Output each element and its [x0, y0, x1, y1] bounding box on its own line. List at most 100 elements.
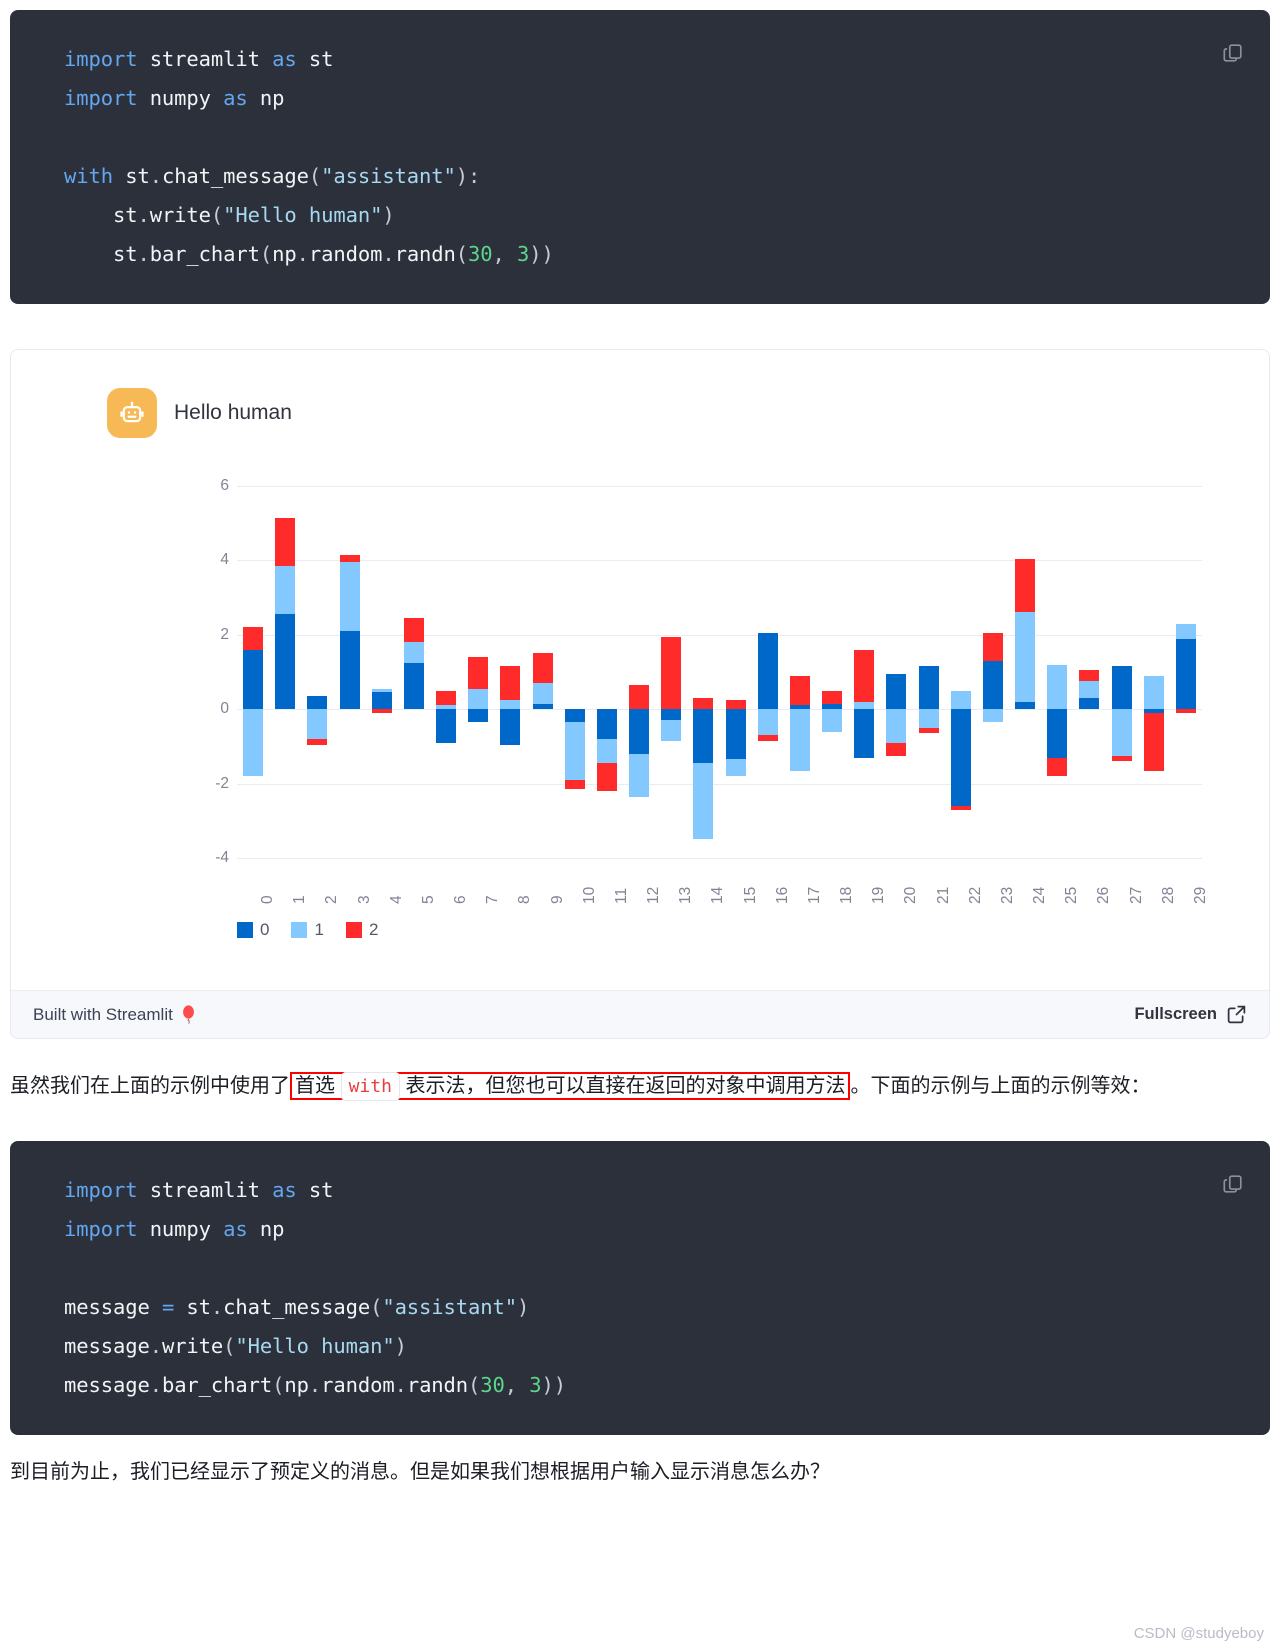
x-axis-tick: 11	[612, 887, 630, 904]
bar-segment	[1079, 681, 1100, 699]
bar-column[interactable]	[371, 486, 392, 858]
bar-segment	[596, 709, 617, 739]
bar-column[interactable]	[339, 486, 360, 858]
x-axis-tick: 4	[387, 895, 405, 904]
bar-column[interactable]	[1015, 486, 1036, 858]
bar-segment	[1111, 755, 1132, 762]
bar-segment	[500, 709, 521, 745]
bar-column[interactable]	[275, 486, 296, 858]
bar-column[interactable]	[436, 486, 457, 858]
bar-segment	[1111, 666, 1132, 710]
bar-segment	[1111, 709, 1132, 756]
bar-column[interactable]	[1143, 486, 1164, 858]
legend-item[interactable]: 2	[345, 920, 379, 940]
bar-segment	[693, 763, 714, 840]
bar-column[interactable]	[1111, 486, 1132, 858]
bar-column[interactable]	[918, 486, 939, 858]
fullscreen-button[interactable]: Fullscreen	[1134, 1004, 1247, 1025]
bar-segment	[532, 703, 553, 710]
bar-segment	[629, 685, 650, 710]
bar-segment	[371, 688, 392, 693]
x-axis-tick: 13	[677, 886, 695, 904]
bar-column[interactable]	[950, 486, 971, 858]
code-line: import numpy as np	[64, 1217, 285, 1241]
gridline	[237, 858, 1202, 859]
bar-segment	[436, 705, 457, 710]
x-axis-tick: 26	[1095, 886, 1113, 904]
x-axis-tick: 8	[516, 895, 534, 904]
bar-segment	[532, 653, 553, 684]
code-line: import streamlit as st	[64, 1178, 334, 1202]
annotation-part1: 首选	[295, 1075, 335, 1097]
bar-column[interactable]	[661, 486, 682, 858]
bar-segment	[661, 709, 682, 721]
bar-column[interactable]	[532, 486, 553, 858]
x-axis-tick: 25	[1063, 886, 1081, 904]
bar-segment	[307, 709, 328, 739]
bar-column[interactable]	[468, 486, 489, 858]
bar-column[interactable]	[886, 486, 907, 858]
legend-label: 1	[314, 920, 324, 939]
bar-segment	[403, 642, 424, 663]
bar-column[interactable]	[1079, 486, 1100, 858]
bar-column[interactable]	[854, 486, 875, 858]
bar-column[interactable]	[693, 486, 714, 858]
bar-segment	[307, 696, 328, 710]
bar-segment	[854, 649, 875, 702]
bar-column[interactable]	[403, 486, 424, 858]
fullscreen-icon[interactable]	[1226, 1004, 1247, 1025]
bar-column[interactable]	[307, 486, 328, 858]
legend-item[interactable]: 1	[291, 920, 324, 940]
watermark: CSDN @studyeboy	[1133, 1625, 1264, 1642]
bar-segment	[339, 554, 360, 563]
x-axis-tick: 1	[291, 895, 309, 904]
x-axis-tick: 23	[998, 886, 1016, 904]
bar-chart[interactable]: 6 4 2 0 -2 -4 0 1 2 3 4 5 6 7 8 9 10 11 12 13 14 15 16 17 18 19 2…	[39, 468, 1241, 968]
bar-segment	[596, 738, 617, 764]
annotation-box: 首选 with 表示法，但您也可以直接在返回的对象中调用方法	[290, 1072, 851, 1101]
bar-segment	[661, 720, 682, 741]
bar-column[interactable]	[822, 486, 843, 858]
bar-segment	[789, 675, 810, 706]
bar-column[interactable]	[757, 486, 778, 858]
streamlit-app-card: Hello human 6 4 2 0 -2 -4 0 1 2 3 4 5 6 7 8 9 10 11 12 13 1…	[10, 349, 1270, 1039]
bar-segment	[886, 673, 907, 710]
y-axis-labels: 6 4 2 0 -2 -4	[187, 477, 229, 866]
code-line: import numpy as np	[64, 86, 285, 110]
x-axis-labels: 0 1 2 3 4 5 6 7 8 9 10 11 12 13 14 15 16 17 18 19 20 21 22 23 24…	[237, 866, 1209, 912]
bar-column[interactable]	[1175, 486, 1196, 858]
bar-column[interactable]	[629, 486, 650, 858]
bar-segment	[629, 753, 650, 797]
bar-column[interactable]	[243, 486, 264, 858]
legend-swatch	[291, 922, 308, 938]
legend-label: 2	[368, 920, 379, 939]
copy-icon[interactable]	[1222, 42, 1244, 64]
x-axis-tick: 17	[805, 886, 823, 904]
prose-before: 虽然我们在上面的示例中使用了	[10, 1075, 290, 1097]
bar-column[interactable]	[596, 486, 617, 858]
bar-column[interactable]	[725, 486, 746, 858]
bar-segment	[1079, 698, 1100, 710]
code-block-first: import streamlit as st import numpy as np…	[10, 10, 1270, 304]
copy-icon[interactable]	[1222, 1173, 1244, 1195]
bar-segment	[854, 701, 875, 710]
app-body: Hello human 6 4 2 0 -2 -4 0 1 2 3 4 5 6 7 8 9 10 11 12 13 1…	[11, 350, 1269, 968]
x-axis-tick: 10	[580, 886, 598, 904]
bar-segment	[500, 666, 521, 700]
bar-segment	[629, 709, 650, 754]
y-axis-tick: 6	[220, 477, 229, 494]
bar-column[interactable]	[789, 486, 810, 858]
bar-segment	[403, 618, 424, 643]
bar-column[interactable]	[982, 486, 1003, 858]
bar-segment	[918, 666, 939, 710]
bar-column[interactable]	[500, 486, 521, 858]
bar-column[interactable]	[1047, 486, 1068, 858]
bar-column[interactable]	[564, 486, 585, 858]
chart-legend[interactable]: 0 1 2	[237, 920, 391, 940]
bar-segment	[725, 699, 746, 710]
bar-segment	[757, 709, 778, 736]
legend-item[interactable]: 0	[237, 920, 269, 940]
chat-message-text: Hello human	[174, 401, 292, 424]
